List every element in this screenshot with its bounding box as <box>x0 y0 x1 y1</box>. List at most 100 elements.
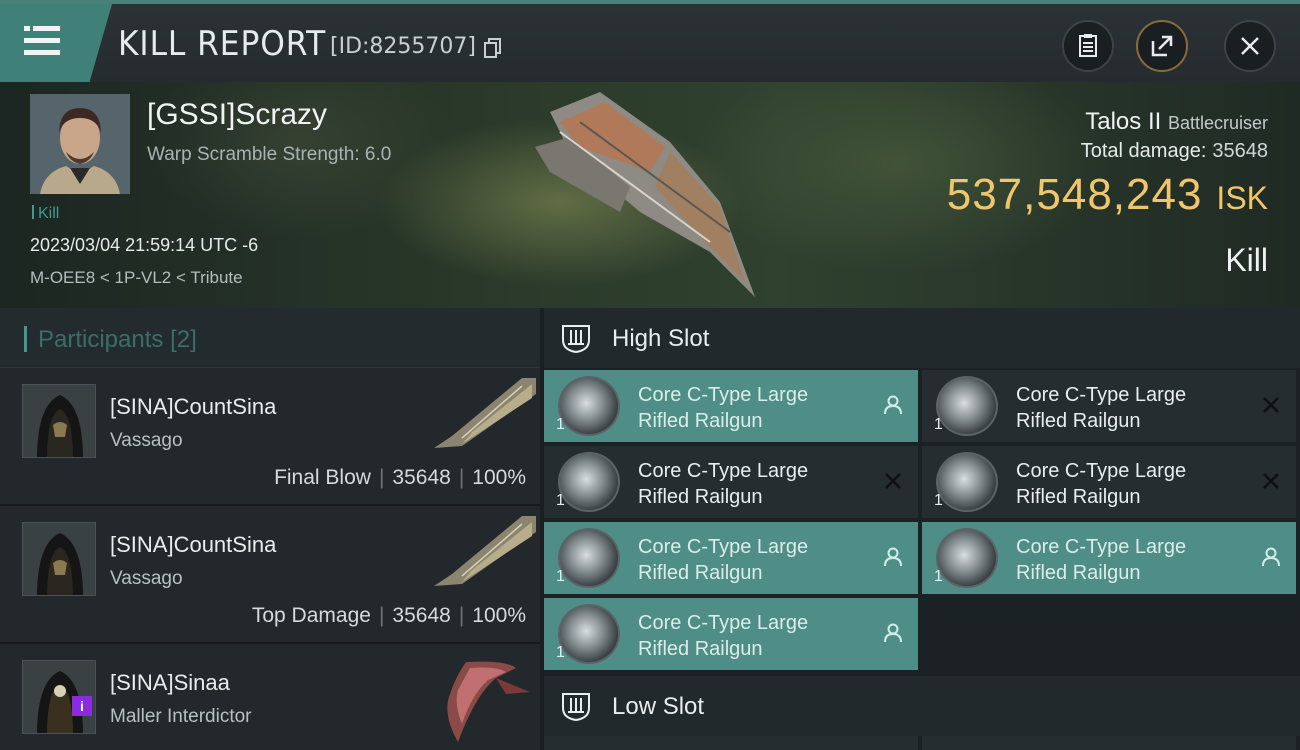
railgun-module-icon <box>936 452 998 512</box>
share-icon <box>1151 35 1173 57</box>
module-tile[interactable]: 1 Core C-Type Large Rifled Railgun <box>544 598 918 670</box>
module-name-line1: Core C-Type Large <box>638 536 809 558</box>
participants-title: Participants [2] <box>38 326 197 354</box>
participant-ship-image <box>432 514 538 604</box>
module-tile[interactable]: 1 Core C-Type Large Rifled Railgun <box>544 370 918 442</box>
railgun-module-icon <box>558 604 620 664</box>
participant-percent: 100% <box>472 466 526 489</box>
report-id: [ID:8255707] <box>330 34 476 59</box>
module-quantity: 1 <box>934 568 943 585</box>
module-name-line1: Core C-Type Large <box>1016 536 1187 558</box>
isk-unit: ISK <box>1216 180 1268 216</box>
pilot-icon <box>882 546 904 568</box>
stats-separator: | <box>378 466 385 489</box>
low-slot-header: Low Slot <box>544 676 1300 736</box>
pilot-icon <box>882 622 904 644</box>
module-name-line2: Rifled Railgun <box>638 638 763 660</box>
module-quantity: 1 <box>556 492 565 509</box>
module-quantity: 1 <box>934 416 943 433</box>
participant-damage: 35648 <box>392 466 451 489</box>
module-tile[interactable]: 1 Core C-Type Large Rifled Railgun <box>544 522 918 594</box>
clipboard-icon <box>1079 34 1097 57</box>
module-tile[interactable]: 1 Core C-Type Large Rifled Railgun <box>544 446 918 518</box>
participant-card[interactable]: [SINA]CountSina Vassago Final Blow | 35648… <box>0 368 540 506</box>
participant-ship: Vassago <box>110 568 183 589</box>
info-badge: i <box>72 696 92 716</box>
railgun-module-icon <box>558 452 620 512</box>
module-tile[interactable]: 1 Core C-Type Large Rifled Railgun <box>922 446 1296 518</box>
isk-amount: 537,548,243 <box>946 170 1203 219</box>
module-tile[interactable]: 1 Core C-Type Large Rifled Railgun <box>922 522 1296 594</box>
kill-location[interactable]: M-OEE8 < 1P-VL2 < Tribute <box>30 268 243 288</box>
module-quantity: 1 <box>556 568 565 585</box>
slot-icon <box>560 690 592 722</box>
participant-avatar[interactable] <box>22 522 96 596</box>
participant-ship: Maller Interdictor <box>110 706 252 727</box>
x-icon <box>882 470 904 492</box>
participant-name[interactable]: [SINA]Sinaa <box>110 670 230 696</box>
participants-header: Participants [2] <box>0 308 540 368</box>
module-name-line2: Rifled Railgun <box>1016 410 1141 432</box>
victim-ship-type[interactable]: Talos II Battlecruiser <box>1085 108 1268 136</box>
victim-banner: [GSSI]Scrazy Warp Scramble Strength: 6.0… <box>0 82 1300 308</box>
page-title: KILL REPORT <box>118 24 327 64</box>
module-name-line2: Rifled Railgun <box>638 410 763 432</box>
victim-name[interactable]: [GSSI]Scrazy <box>147 98 327 132</box>
stats-separator: | <box>458 466 465 489</box>
module-name: Core C-Type Large Rifled Railgun <box>638 382 808 434</box>
high-slot-header: High Slot <box>544 308 1300 368</box>
menu-icon <box>24 26 60 56</box>
railgun-module-icon <box>558 376 620 436</box>
result-label: Kill <box>1225 242 1268 278</box>
participant-name[interactable]: [SINA]CountSina <box>110 532 276 558</box>
module-name-line2: Rifled Railgun <box>638 562 763 584</box>
module-name: Core C-Type Large Rifled Railgun <box>1016 382 1186 434</box>
participant-ship-image <box>432 376 538 466</box>
participants-count: [2] <box>170 326 197 353</box>
top-bar: KILL REPORT [ID:8255707] <box>0 0 1300 82</box>
close-button[interactable] <box>1224 20 1276 72</box>
module-name-line2: Rifled Railgun <box>1016 562 1141 584</box>
isk-value: 537,548,243 ISK <box>947 170 1268 220</box>
low-slot-module-partial[interactable] <box>544 736 918 750</box>
module-name: Core C-Type Large Rifled Railgun <box>1016 458 1186 510</box>
module-quantity: 1 <box>934 492 943 509</box>
share-button[interactable] <box>1136 20 1188 72</box>
victim-portrait[interactable] <box>30 94 130 194</box>
clipboard-button[interactable] <box>1062 20 1114 72</box>
module-name-line1: Core C-Type Large <box>638 384 809 406</box>
high-slot-label: High Slot <box>612 325 710 352</box>
module-name-line1: Core C-Type Large <box>1016 460 1187 482</box>
participants-panel: Participants [2] [SINA]CountSina Vassago… <box>0 308 540 750</box>
participant-ship: Vassago <box>110 430 183 451</box>
copy-icon[interactable] <box>484 38 502 58</box>
participant-ship-image <box>436 654 536 744</box>
railgun-module-icon <box>558 528 620 588</box>
pilot-icon <box>1260 546 1282 568</box>
stats-separator: | <box>378 604 385 627</box>
module-name-line2: Rifled Railgun <box>1016 486 1141 508</box>
participants-title-text: Participants <box>38 326 164 353</box>
participant-card[interactable]: [SINA]CountSina Vassago Top Damage | 35648… <box>0 506 540 644</box>
participant-percent: 100% <box>472 604 526 627</box>
module-name: Core C-Type Large Rifled Railgun <box>1016 534 1186 586</box>
module-name-line1: Core C-Type Large <box>638 460 809 482</box>
participant-card[interactable]: i [SINA]Sinaa Maller Interdictor <box>0 644 540 750</box>
module-name: Core C-Type Large Rifled Railgun <box>638 534 808 586</box>
low-slot-module-partial[interactable] <box>922 736 1296 750</box>
participant-name[interactable]: [SINA]CountSina <box>110 394 276 420</box>
module-name: Core C-Type Large Rifled Railgun <box>638 610 808 662</box>
railgun-module-icon <box>936 528 998 588</box>
menu-button[interactable] <box>0 4 112 82</box>
module-name-line2: Rifled Railgun <box>638 486 763 508</box>
x-icon <box>1260 394 1282 416</box>
module-tile[interactable]: 1 Core C-Type Large Rifled Railgun <box>922 370 1296 442</box>
participant-role: Final Blow <box>274 466 371 489</box>
participant-avatar[interactable] <box>22 384 96 458</box>
close-icon <box>1241 37 1259 55</box>
participant-damage: 35648 <box>392 604 451 627</box>
header-accent-bar <box>24 326 27 352</box>
kill-datetime: 2023/03/04 21:59:14 UTC -6 <box>30 235 259 255</box>
kill-tag: Kill <box>32 205 59 223</box>
participant-stats: Top Damage | 35648 | 100% <box>252 604 526 628</box>
